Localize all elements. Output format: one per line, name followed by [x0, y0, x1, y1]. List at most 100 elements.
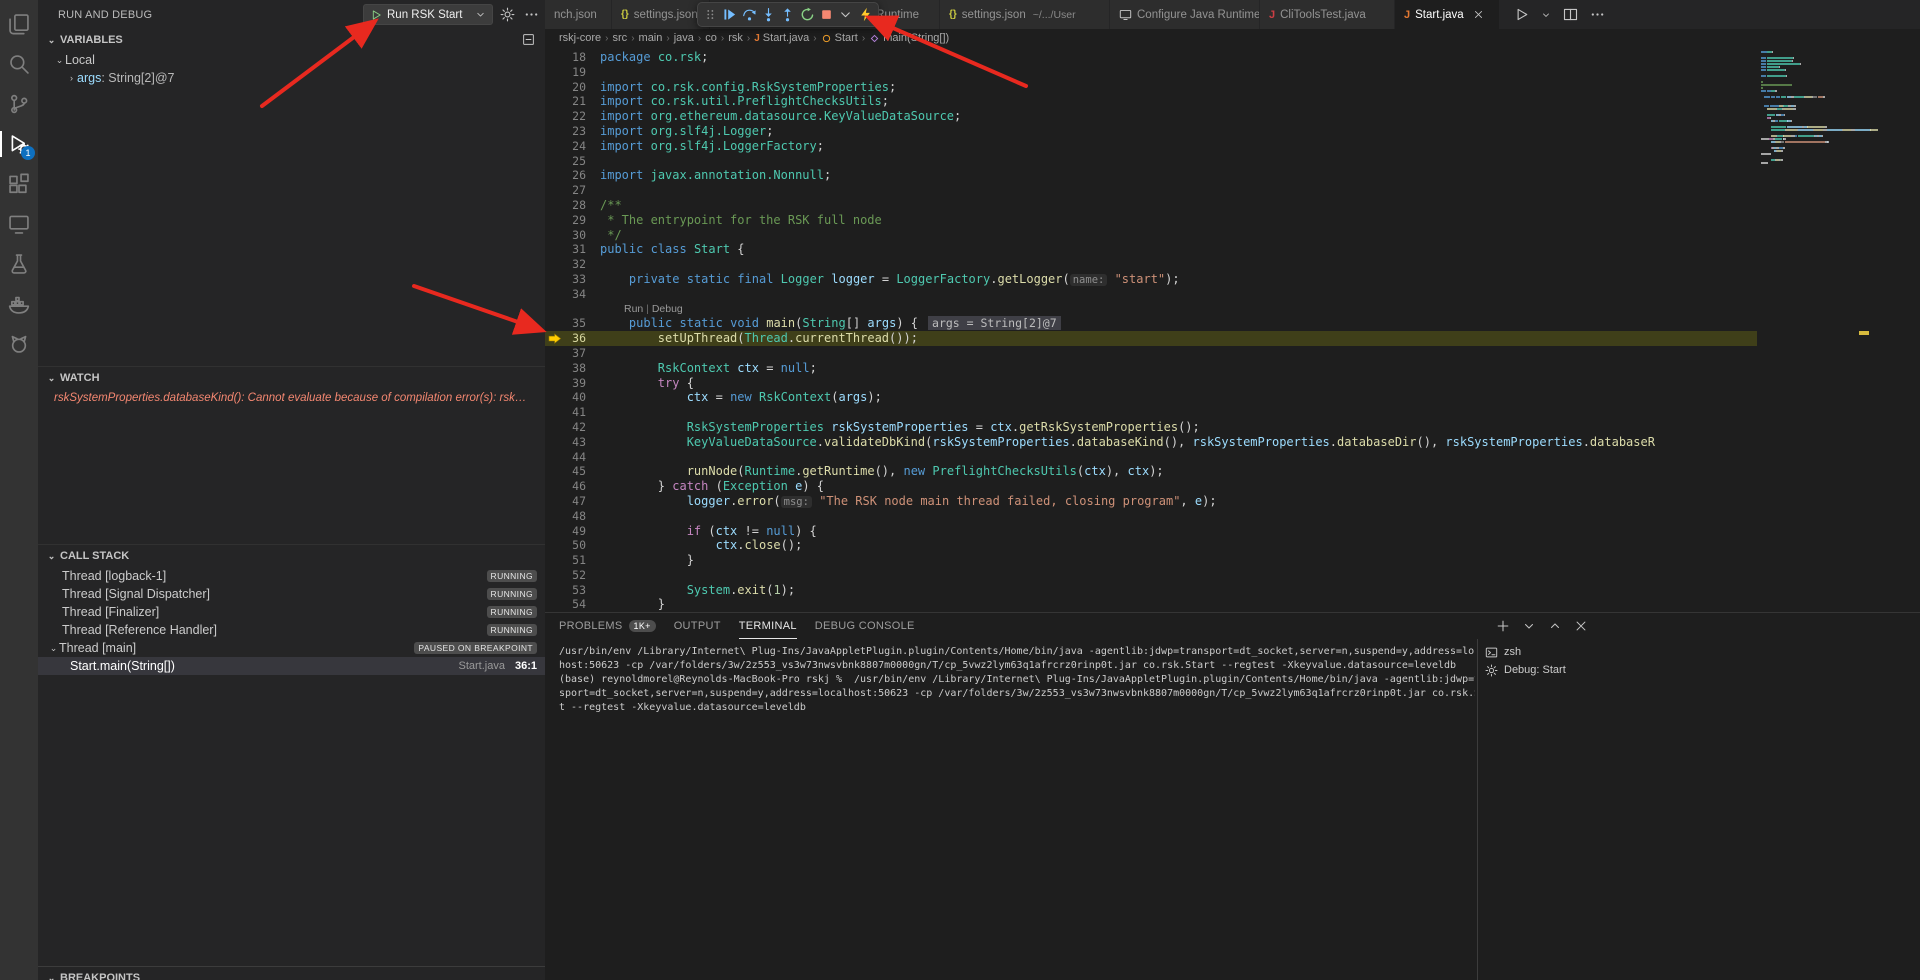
thread-status-badge: RUNNING	[487, 588, 537, 600]
breadcrumb-item[interactable]: Start	[821, 32, 858, 44]
codelens-debug-link[interactable]: Debug	[652, 303, 683, 315]
variable-name: args	[77, 71, 101, 85]
close-icon[interactable]	[1571, 616, 1591, 636]
lightning-icon[interactable]	[857, 4, 874, 26]
breadcrumb-item[interactable]: rskj-core	[559, 32, 601, 44]
call-stack-thread[interactable]: Thread [logback-1]RUNNING	[38, 567, 545, 585]
panel-tab-debug-console[interactable]: DEBUG CONSOLE	[815, 613, 915, 639]
minimap[interactable]	[1757, 47, 1857, 612]
thread-label: Thread [Finalizer]	[62, 605, 487, 619]
start-debug-icon[interactable]	[370, 9, 382, 21]
minimap-line	[1757, 129, 1857, 131]
run-config-dropdown[interactable]: Run RSK Start	[363, 4, 493, 25]
chevron-down-icon[interactable]	[1541, 10, 1551, 20]
code-text: */	[600, 228, 622, 243]
minimap-line	[1757, 108, 1857, 110]
code-text: setUpThread(Thread.currentThread());	[600, 331, 918, 346]
plus-icon[interactable]	[1493, 616, 1513, 636]
breadcrumb-separator: ›	[862, 33, 865, 44]
minimap-line	[1757, 84, 1857, 86]
terminal-session-zsh[interactable]: zsh	[1481, 643, 1611, 661]
split-icon[interactable]	[1563, 7, 1578, 22]
panel-tab-output[interactable]: OUTPUT	[674, 613, 721, 639]
call-stack-frame[interactable]: Start.main(String[])Start.java36:1	[38, 657, 545, 675]
method-symbol-icon	[869, 33, 880, 44]
ellipsis-icon[interactable]	[1590, 7, 1605, 22]
editor-scrollbar[interactable]	[1857, 47, 1871, 612]
terminal-splitter[interactable]	[1477, 639, 1478, 980]
java-file-icon: J	[754, 33, 760, 44]
panel-tab-problems[interactable]: PROBLEMS1K+	[559, 613, 656, 639]
code-editor[interactable]: 18package co.rsk;1920import co.rsk.confi…	[545, 47, 1757, 612]
call-stack-thread[interactable]: ⌄Thread [main]PAUSED ON BREAKPOINT	[38, 639, 545, 657]
gear-icon[interactable]	[500, 7, 515, 22]
variables-scope-local[interactable]: ⌄ Local	[38, 51, 545, 69]
tab-start-java[interactable]: JStart.java	[1395, 0, 1500, 29]
call-stack-section-header[interactable]: ⌄ CALL STACK	[38, 545, 545, 567]
tab-settings-json[interactable]: {}settings.json	[612, 0, 710, 29]
breadcrumb-item[interactable]: java	[674, 32, 694, 44]
animal-icon[interactable]	[0, 324, 38, 364]
testing-icon[interactable]	[0, 244, 38, 284]
call-stack-thread[interactable]: Thread [Finalizer]RUNNING	[38, 603, 545, 621]
breadcrumb-item[interactable]: co	[705, 32, 717, 44]
breadcrumb-item[interactable]: rsk	[728, 32, 743, 44]
breadcrumb-item[interactable]: main(String[])	[869, 32, 949, 44]
code-line: 34	[545, 287, 1757, 302]
call-stack-thread[interactable]: Thread [Signal Dispatcher]RUNNING	[38, 585, 545, 603]
remote-icon[interactable]	[0, 204, 38, 244]
json-icon: {}	[621, 9, 629, 20]
tab-settings-json[interactable]: {}settings.json~/.../User	[940, 0, 1110, 29]
restart-icon[interactable]	[799, 4, 816, 26]
run-and-debug-icon[interactable]: 1	[0, 124, 38, 164]
codelens-run-link[interactable]: Run	[624, 303, 643, 315]
watch-section-header[interactable]: ⌄ WATCH	[38, 367, 545, 389]
stop-icon[interactable]	[818, 4, 835, 26]
chevron-up-icon[interactable]	[1545, 616, 1565, 636]
step-out-icon[interactable]	[779, 4, 796, 26]
collapse-all-icon[interactable]	[522, 33, 535, 46]
search-icon[interactable]	[0, 44, 38, 84]
terminal-session-debug-start[interactable]: Debug: Start	[1481, 661, 1611, 679]
call-stack-thread[interactable]: Thread [Reference Handler]RUNNING	[38, 621, 545, 639]
docker-icon[interactable]	[0, 284, 38, 324]
thread-status-badge: RUNNING	[487, 606, 537, 618]
tab-label: CliToolsTest.java	[1280, 9, 1366, 21]
terminal-output[interactable]: /usr/bin/env /Library/Internet\ Plug-Ins…	[559, 645, 1475, 976]
grip-icon[interactable]	[702, 4, 719, 26]
extensions-icon[interactable]	[0, 164, 38, 204]
tab-clitoolstest-java[interactable]: JCliToolsTest.java	[1260, 0, 1395, 29]
tab-label: Configure Java Runtime	[1137, 9, 1260, 21]
chevron-down-icon[interactable]	[837, 4, 854, 26]
step-over-icon[interactable]	[741, 4, 758, 26]
breadcrumb-item[interactable]: main	[639, 32, 663, 44]
line-number	[545, 302, 600, 317]
variables-section-header[interactable]: ⌄ VARIABLES	[38, 29, 545, 51]
variable-args[interactable]: › args : String[2]@7	[38, 69, 545, 87]
panel-tab-terminal[interactable]: TERMINAL	[739, 613, 797, 639]
chevron-down-icon[interactable]	[1519, 616, 1539, 636]
minimap-line	[1757, 120, 1857, 122]
breadcrumb-item[interactable]: src	[613, 32, 628, 44]
breadcrumb-item[interactable]: JStart.java	[754, 32, 809, 44]
source-control-icon[interactable]	[0, 84, 38, 124]
tab-configure-java-runtime[interactable]: Configure Java Runtime	[1110, 0, 1260, 29]
code-line: 38 RskContext ctx = null;	[545, 361, 1757, 376]
thread-status-badge: RUNNING	[487, 624, 537, 636]
close-icon[interactable]	[1473, 9, 1484, 20]
tab-nch-json[interactable]: nch.json	[545, 0, 612, 29]
run-icon[interactable]	[1514, 7, 1529, 22]
panel-tab-label: OUTPUT	[674, 620, 721, 632]
code-line: 33 private static final Logger logger = …	[545, 272, 1757, 287]
code-line: 51 }	[545, 553, 1757, 568]
files-icon[interactable]	[0, 4, 38, 44]
breakpoints-section-header[interactable]: ⌄ BREAKPOINTS	[38, 967, 545, 980]
breadcrumb-label: java	[674, 32, 694, 44]
chevron-down-icon: ⌄	[54, 55, 65, 66]
continue-icon[interactable]	[721, 4, 738, 26]
more-actions-icon[interactable]	[524, 7, 539, 22]
tab-bar: nch.json{}settings.json Configure Java Ru…	[545, 0, 1920, 29]
step-into-icon[interactable]	[760, 4, 777, 26]
line-number: 47	[545, 494, 600, 509]
watch-expression[interactable]: rskSystemProperties.databaseKind(): Cann…	[38, 389, 545, 407]
